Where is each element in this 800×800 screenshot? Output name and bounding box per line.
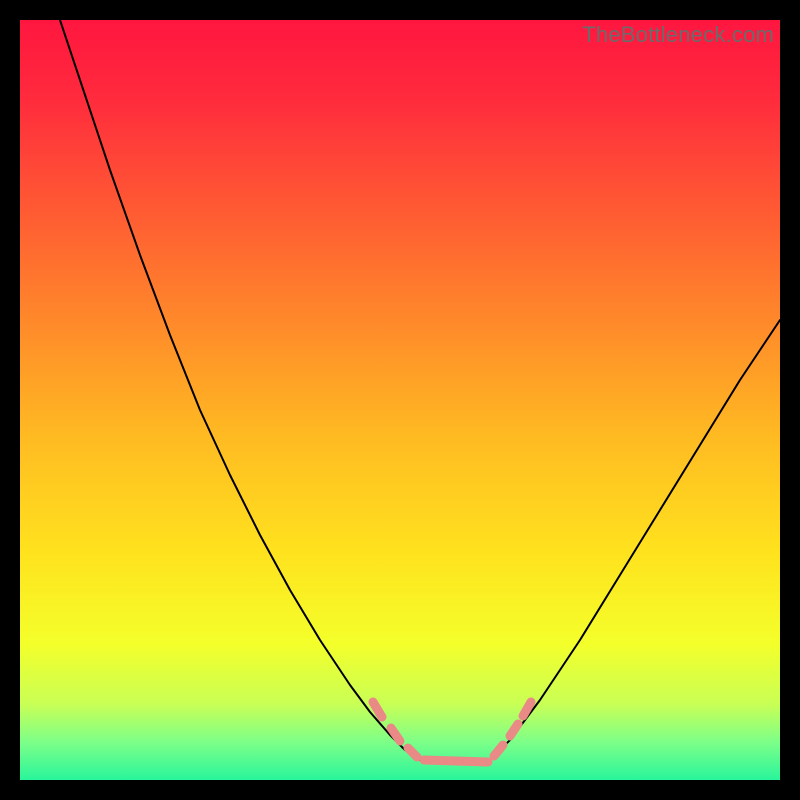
highlight-dashes-segment	[424, 760, 488, 762]
highlight-dashes-segment	[408, 748, 417, 757]
bottleneck-plot	[20, 20, 780, 780]
chart-frame: TheBottleneck.com	[20, 20, 780, 780]
watermark-label: TheBottleneck.com	[582, 22, 774, 48]
gradient-background	[20, 20, 780, 780]
